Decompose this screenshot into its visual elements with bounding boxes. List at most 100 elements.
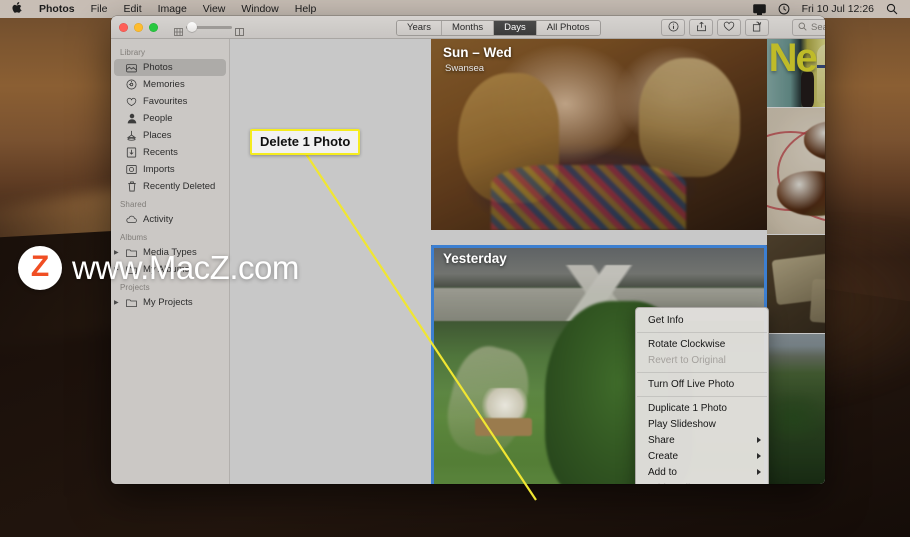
photo-dim-overlay [767,108,825,234]
info-icon [668,19,679,37]
context-menu-item-label: Revert to Original [648,354,726,366]
context-menu-item-play-slideshow[interactable]: Play Slideshow [636,416,768,432]
memories-icon [126,79,137,90]
sidebar-item-recents[interactable]: Recents [114,144,226,161]
share-button[interactable] [689,19,713,36]
toolbar-button-group [661,19,769,36]
context-menu-separator [637,371,767,373]
display-icon[interactable] [747,3,772,15]
sidebar-item-memories[interactable]: Memories [114,76,226,93]
window-traffic-lights [111,22,158,32]
photos-icon [126,62,137,73]
photo-dim-overlay [767,235,825,333]
photo-tile-new-girl[interactable]: NeGi [767,39,825,107]
search-icon [798,22,807,34]
tab-years[interactable]: Years [397,20,442,35]
context-menu-item-add-to-album: Add to Album [636,480,768,485]
sidebar-item-places[interactable]: Places [114,127,226,144]
submenu-arrow-icon [757,437,761,443]
sidebar-section-shared: Shared [120,200,147,209]
context-menu-item-label: Play Slideshow [648,418,716,430]
context-menu-item-label: Create [648,450,679,462]
apple-menu-icon[interactable] [6,2,31,16]
menu-item-help[interactable]: Help [287,3,325,15]
sidebar-section-library: Library [120,48,146,57]
menu-item-edit[interactable]: Edit [116,3,150,15]
favourite-button[interactable] [717,19,741,36]
window-toolbar: Years Months Days All Photos Se [111,16,825,39]
watermark: Z www.MacZ.com [18,246,299,290]
sidebar-item-label: Recently Deleted [143,181,216,192]
context-menu-item-get-info[interactable]: Get Info [636,312,768,328]
minimize-window-button[interactable] [134,22,143,32]
sidebar-item-favourites[interactable]: Favourites [114,93,226,110]
rotate-button[interactable] [745,19,769,36]
sidebar-section-albums: Albums [120,233,148,242]
heart-icon [723,19,735,37]
thumbnail-size-slider[interactable] [174,22,244,36]
rotate-icon [752,19,763,37]
sidebar-item-label: Activity [143,214,174,225]
menu-item-image[interactable]: Image [150,3,195,15]
tab-all-photos[interactable]: All Photos [536,20,600,35]
photo-dim-overlay [767,39,825,107]
context-menu-separator [637,331,767,333]
watermark-text: www.MacZ.com [72,249,299,286]
close-window-button[interactable] [119,22,128,32]
context-menu-item-duplicate-1-photo[interactable]: Duplicate 1 Photo [636,400,768,416]
sidebar-item-recently-deleted[interactable]: Recently Deleted [114,178,226,195]
sidebar-item-activity[interactable]: Activity [114,211,226,228]
sidebar-item-my-projects[interactable]: ▶ My Projects [114,294,226,311]
slider-knob[interactable] [187,22,197,32]
menu-item-photos[interactable]: Photos [31,3,83,15]
zoom-window-button[interactable] [149,22,158,32]
time-machine-icon[interactable] [772,3,796,15]
chevron-right-icon[interactable]: ▶ [114,299,120,306]
photo-group-title: Sun – Wed [443,45,512,60]
context-menu-item-turn-off-live-photo[interactable]: Turn Off Live Photo [636,376,768,392]
menu-item-file[interactable]: File [83,3,116,15]
photo-tile-bread[interactable] [767,235,825,333]
menu-item-view[interactable]: View [195,3,234,15]
photo-dim-overlay [767,334,825,484]
sidebar-item-label: Recents [143,147,178,158]
context-menu-item-rotate-clockwise[interactable]: Rotate Clockwise [636,336,768,352]
annotation-callout-label: Delete 1 Photo [250,129,361,155]
context-menu-item-add-to[interactable]: Add to [636,464,768,480]
search-input[interactable]: Search [792,19,825,36]
sidebar-item-label: Memories [143,79,185,90]
sidebar-item-label: Favourites [143,96,188,107]
pin-icon [126,130,137,141]
photo-tile-tacos[interactable]: +2 [767,108,825,234]
sidebar-item-label: My Projects [143,297,193,308]
slider-track[interactable] [186,22,232,32]
context-menu-item-share[interactable]: Share [636,432,768,448]
context-menu-item-label: Duplicate 1 Photo [648,402,727,414]
recents-icon [126,147,137,158]
context-menu-item-label: Add to Album [648,483,707,485]
person-icon [126,113,137,124]
spotlight-search-icon[interactable] [880,3,904,15]
search-placeholder: Search [811,22,825,33]
context-menu-item-create[interactable]: Create [636,448,768,464]
share-icon [696,19,707,37]
cloud-icon [126,214,137,225]
photo-context-menu: Get Info Rotate Clockwise Revert to Orig… [635,307,769,484]
tab-days[interactable]: Days [494,20,537,35]
view-mode-segmented-control: Years Months Days All Photos [396,19,601,36]
context-menu-item-label: Turn Off Live Photo [648,378,735,390]
context-menu-item-label: Add to [648,466,677,478]
info-button[interactable] [661,19,685,36]
photo-tile-sun-wed[interactable]: Sun – Wed Swansea [431,39,767,230]
sidebar-item-photos[interactable]: Photos [114,59,226,76]
tab-months[interactable]: Months [441,20,495,35]
context-menu-item-label: Share [648,434,675,446]
trash-icon [126,181,137,192]
photo-tile-field[interactable] [767,334,825,484]
sidebar-item-people[interactable]: People [114,110,226,127]
submenu-arrow-icon [757,453,761,459]
menu-bar-clock[interactable]: Fri 10 Jul 12:26 [796,3,880,15]
menu-item-window[interactable]: Window [233,3,286,15]
large-grid-icon [235,23,244,36]
sidebar-item-imports[interactable]: Imports [114,161,226,178]
